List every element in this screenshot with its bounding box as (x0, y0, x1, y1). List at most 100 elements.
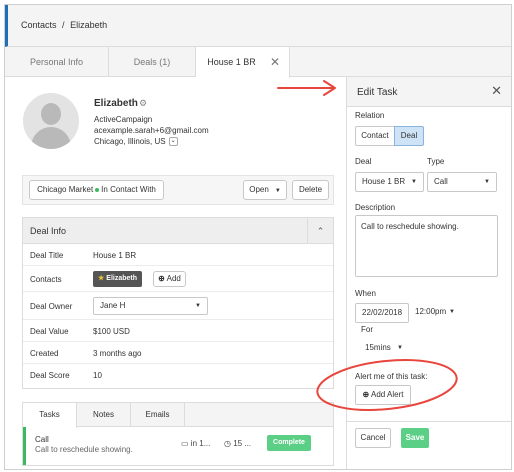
contact-location-text: Chicago, Illinois, US (94, 137, 166, 146)
deal-info-title: Deal Info (30, 226, 67, 236)
task-row[interactable]: Call Call to reschedule showing. ▭ in 1.… (23, 427, 333, 465)
edit-task-footer (347, 421, 511, 422)
stage-name: In Contact With (101, 185, 156, 194)
avatar (23, 93, 79, 149)
add-contact-button[interactable]: ⊕ Add (153, 271, 186, 287)
collapse-chevron-icon[interactable]: ⌃ (307, 218, 333, 244)
breadcrumb-separator: / (62, 20, 65, 30)
edit-task-header: Edit Task ✕ (347, 77, 511, 107)
tab-notes[interactable]: Notes (77, 403, 131, 427)
deal-title-value[interactable]: House 1 BR (93, 251, 136, 260)
deal-created-value: 3 months ago (93, 349, 142, 358)
type-select[interactable]: Call ▼ (427, 172, 497, 192)
description-label: Description (355, 203, 396, 212)
edit-task-title: Edit Task (357, 87, 398, 98)
deal-tab-bar: Personal Info Deals (1) House 1 BR ✕ (5, 47, 511, 78)
task-duration-text: 15 ... (233, 439, 252, 448)
deal-value-row: Deal Value $100 USD (23, 320, 333, 342)
caret-down-icon: ▼ (449, 309, 455, 315)
alert-label: Alert me of this task: (355, 372, 428, 381)
deal-contacts-label: Contacts (30, 275, 62, 284)
stage-status-dot (95, 187, 100, 192)
deal-score-label: Deal Score (30, 371, 70, 380)
duration-select-value: 15mins (365, 343, 391, 352)
tab-personal-info[interactable]: Personal Info (5, 47, 109, 77)
contact-location[interactable]: Chicago, Illinois, US ⌄ (94, 137, 178, 147)
plus-circle-icon: ⊕ (362, 390, 370, 399)
contact-name[interactable]: Elizabeth (94, 98, 138, 109)
deal-title-label: Deal Title (30, 251, 64, 260)
deal-score-value: 10 (93, 371, 102, 380)
chevron-down-icon[interactable]: ⌄ (168, 137, 178, 147)
breadcrumb-current: Elizabeth (70, 20, 108, 30)
pipeline-name: Chicago Market (37, 185, 94, 194)
deal-score-row: Deal Score 10 (23, 364, 333, 388)
deal-owner-label: Deal Owner (30, 302, 73, 311)
save-button[interactable]: Save (401, 428, 429, 448)
when-label: When (355, 289, 376, 298)
deal-created-row: Created 3 months ago (23, 342, 333, 364)
deal-value-label: Deal Value (30, 327, 69, 336)
deal-info-panel: Deal Info ⌃ Deal Title House 1 BR Contac… (22, 217, 334, 389)
duration-select[interactable]: 15mins ▼ (359, 339, 409, 359)
task-title: Call (35, 435, 49, 444)
deal-owner-value: Jane H (100, 301, 126, 310)
contact-email[interactable]: acexample.sarah+6@gmail.com (94, 126, 209, 135)
deal-select-value: House 1 BR (362, 177, 406, 186)
add-alert-button[interactable]: ⊕ Add Alert (355, 385, 411, 405)
breadcrumb: Contacts / Elizabeth (5, 5, 511, 47)
task-description: Call to reschedule showing. (35, 445, 133, 454)
caret-down-icon: ▼ (274, 188, 281, 194)
task-due-text: in 1... (190, 439, 211, 448)
activity-panel: Tasks Notes Emails Call Call to reschedu… (22, 402, 334, 466)
tab-house-1-br-label: House 1 BR (207, 57, 256, 67)
pipeline-stage-button[interactable]: Chicago Market In Contact With (29, 180, 164, 200)
tab-close-icon[interactable]: ✕ (270, 55, 280, 69)
deal-contacts-row: Contacts ★ Elizabeth ⊕ Add (23, 266, 333, 292)
time-select[interactable]: 12:00pm ▼ (409, 303, 461, 323)
deal-owner-row: Deal Owner Jane H ▼ (23, 292, 333, 320)
activity-tab-bar: Tasks Notes Emails (23, 403, 333, 428)
close-icon[interactable]: ✕ (491, 84, 502, 98)
complete-button[interactable]: Complete (267, 435, 311, 451)
contact-org: ActiveCampaign (94, 115, 153, 124)
add-contact-label: Add (166, 274, 181, 283)
caret-down-icon: ▼ (484, 179, 490, 185)
for-label: For (361, 325, 373, 334)
breadcrumb-root-link[interactable]: Contacts (21, 20, 57, 30)
gear-icon[interactable]: ⚙ (139, 98, 147, 109)
app-window: Contacts / Elizabeth Personal Info Deals… (4, 4, 512, 470)
deal-created-label: Created (30, 349, 59, 358)
relation-label: Relation (355, 111, 385, 120)
deal-owner-select[interactable]: Jane H ▼ (93, 297, 208, 315)
deal-select[interactable]: House 1 BR ▼ (355, 172, 424, 192)
task-due: ▭ in 1... (181, 439, 210, 448)
deal-value-value[interactable]: $100 USD (93, 327, 130, 336)
type-field-label: Type (427, 157, 445, 166)
add-alert-label: Add Alert (371, 390, 404, 399)
task-duration: ◷ 15 ... (224, 439, 251, 448)
status-value: Open (249, 185, 269, 194)
tab-emails[interactable]: Emails (131, 403, 185, 427)
date-input[interactable]: 22/02/2018 (355, 303, 409, 323)
time-select-value: 12:00pm (415, 307, 447, 316)
contact-chip-name: Elizabeth (106, 275, 138, 282)
tab-deals[interactable]: Deals (1) (109, 47, 196, 77)
type-select-value: Call (434, 177, 448, 186)
deal-title-row: Deal Title House 1 BR (23, 244, 333, 266)
caret-down-icon: ▼ (397, 345, 403, 351)
contact-chip[interactable]: ★ Elizabeth (93, 271, 143, 287)
star-icon: ★ (98, 275, 105, 282)
tab-tasks[interactable]: Tasks (23, 403, 77, 428)
cancel-button[interactable]: Cancel (355, 428, 391, 448)
relation-deal-option[interactable]: Deal (394, 126, 424, 146)
deal-info-header[interactable]: Deal Info (23, 218, 333, 244)
status-dropdown[interactable]: Open ▼ (243, 180, 287, 200)
plus-icon: ⊕ (158, 274, 165, 283)
caret-down-icon: ▼ (195, 303, 201, 309)
calendar-icon: ▭ (181, 439, 189, 448)
relation-contact-option[interactable]: Contact (355, 126, 395, 146)
delete-button[interactable]: Delete (292, 180, 329, 200)
description-textarea[interactable]: Call to reschedule showing. (355, 215, 498, 277)
deal-field-label: Deal (355, 157, 372, 166)
